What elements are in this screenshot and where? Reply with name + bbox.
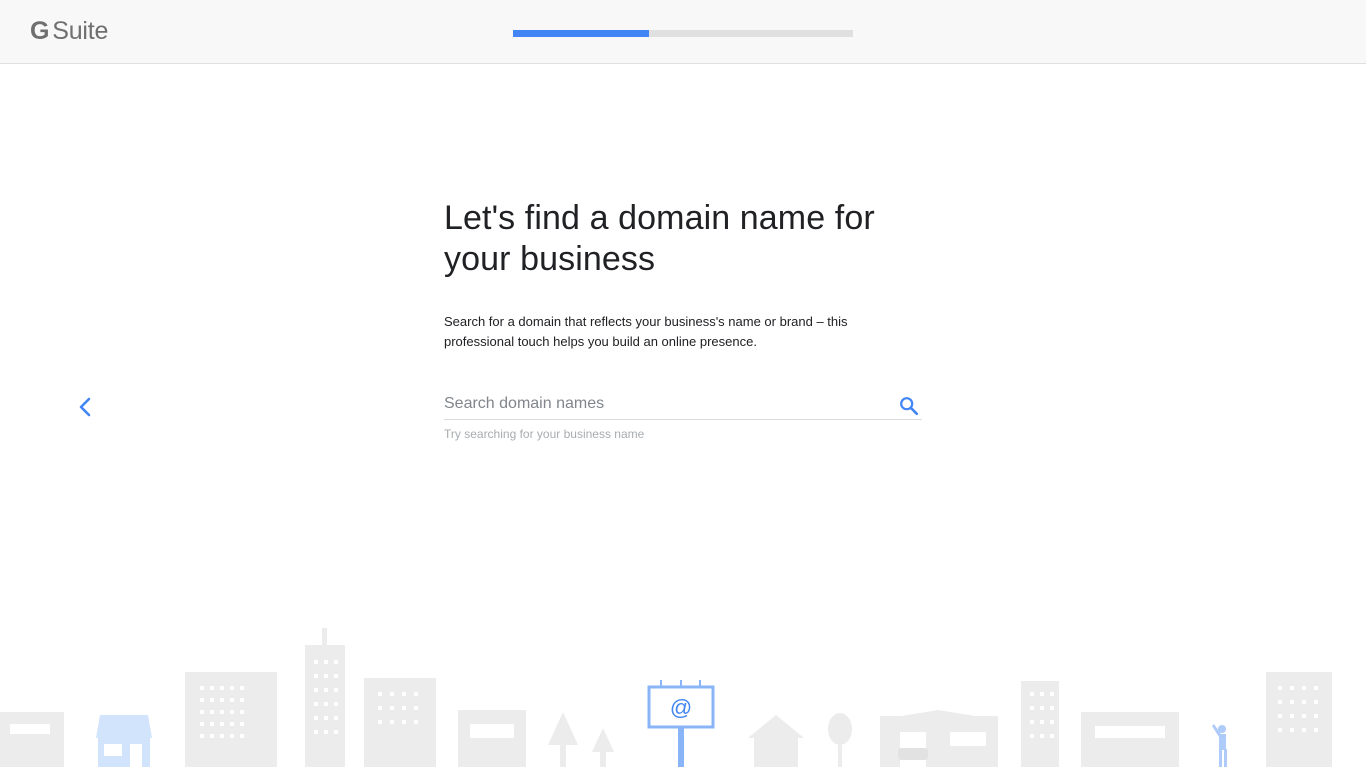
page-description: Search for a domain that reflects your b…: [444, 314, 848, 349]
logo-suite: Suite: [52, 16, 109, 45]
page-title-line2: your business: [444, 240, 656, 278]
gsuite-logo: G Suite: [30, 15, 108, 47]
city-skyline-illustration: @: [0, 628, 1332, 767]
page-title-line1: Let's find a domain name for: [444, 199, 875, 237]
billboard: @: [647, 680, 715, 767]
main-content: Let's find a domain name for your busine…: [444, 198, 924, 352]
domain-search: [444, 392, 922, 420]
billboard-at-sign: @: [670, 695, 692, 720]
top-bar: G Suite: [0, 0, 1366, 64]
logo-g: G: [30, 16, 50, 45]
search-hint: Try searching for your business name: [444, 427, 645, 441]
back-button[interactable]: [70, 392, 100, 422]
domain-search-input[interactable]: [444, 392, 884, 416]
progress-bar-fill: [513, 30, 649, 37]
chevron-left-icon: [79, 397, 91, 417]
search-icon[interactable]: [898, 395, 920, 417]
progress-bar: [513, 30, 853, 37]
page-title: Let's find a domain name for your busine…: [444, 198, 924, 280]
person-figure: [1212, 724, 1227, 767]
